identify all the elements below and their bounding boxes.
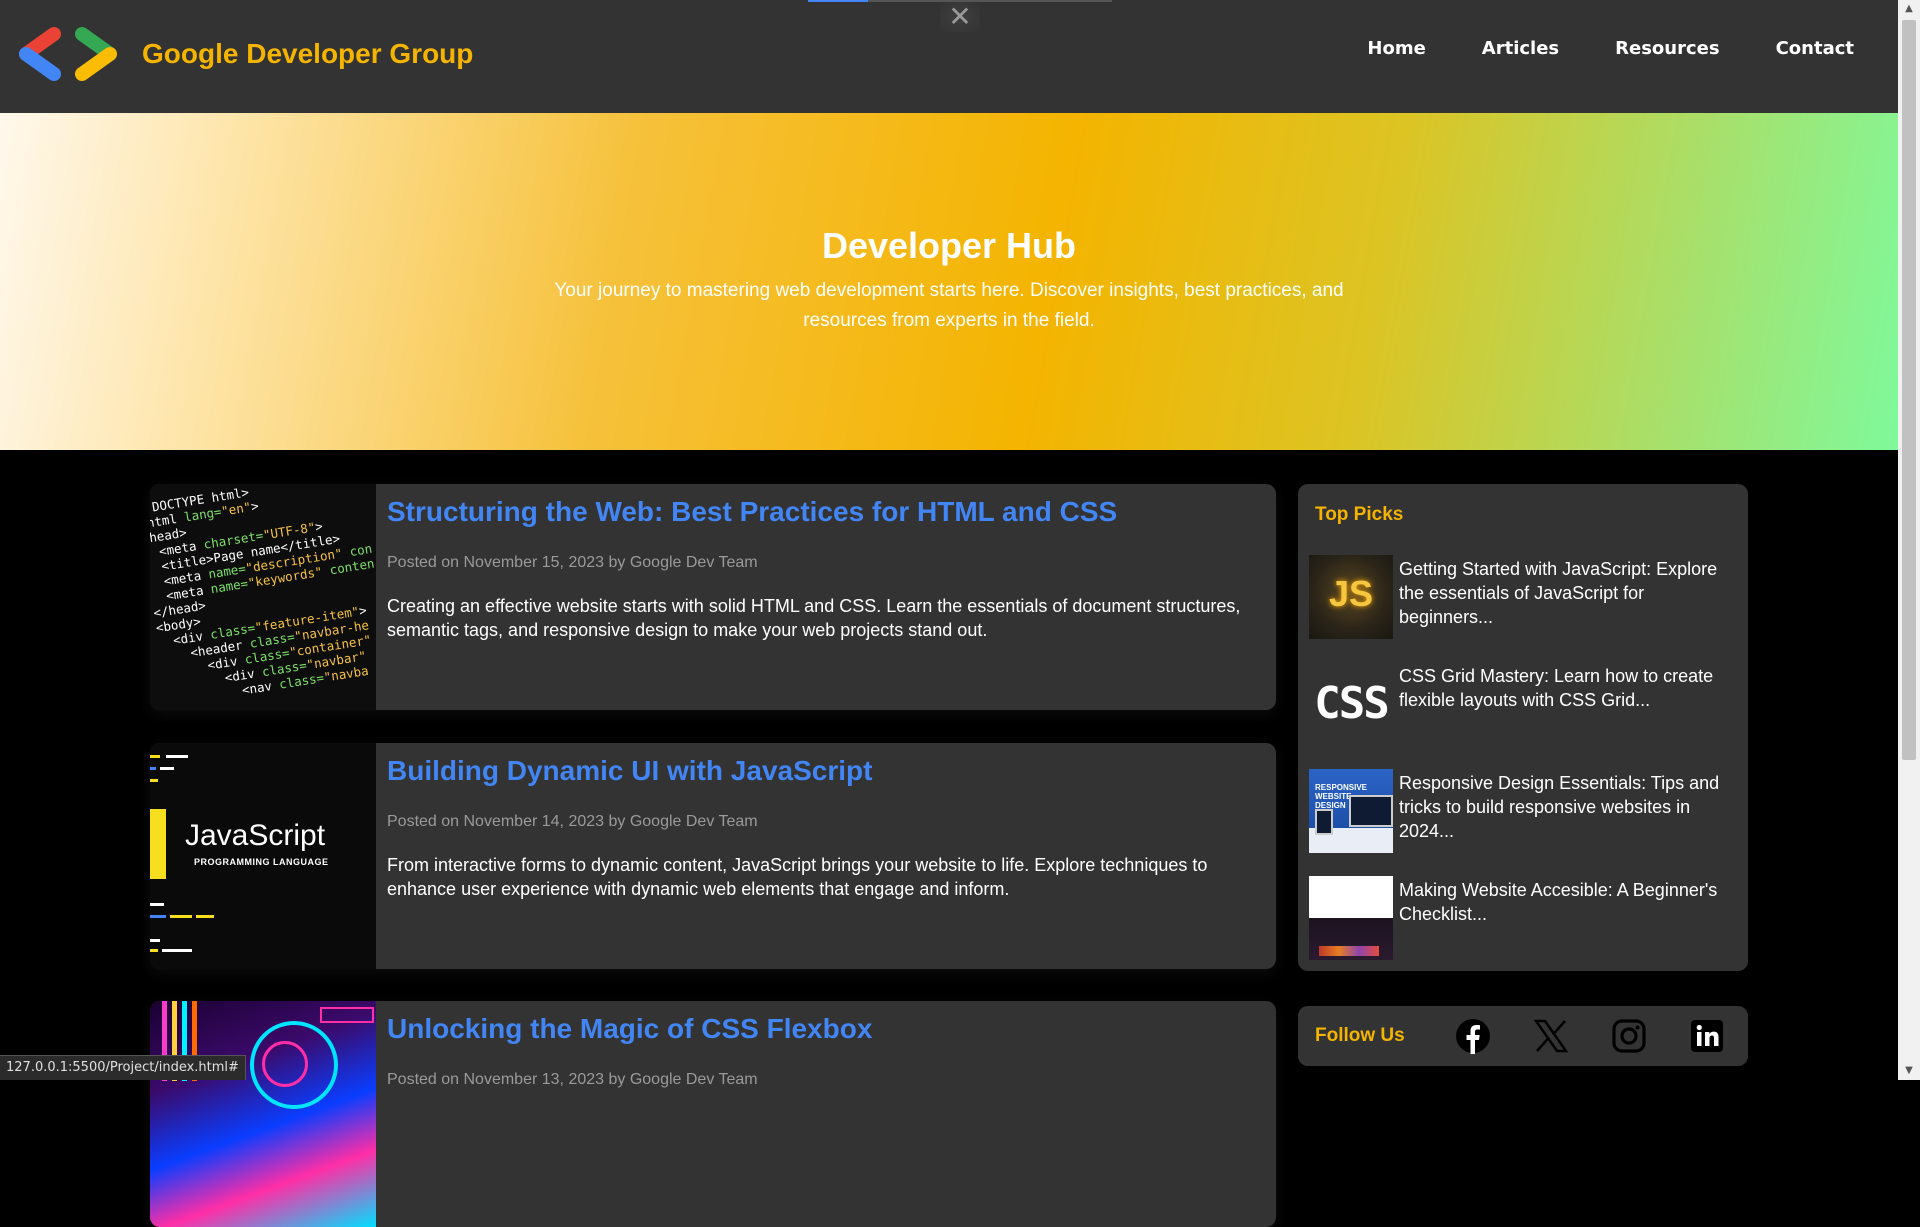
- css-logo-thumb: CSS: [1309, 662, 1393, 746]
- brand[interactable]: Google Developer Group: [14, 22, 473, 86]
- article-card: <!DOCTYPE html> <html lang="en"> <head> …: [150, 484, 1276, 710]
- follow-us-panel: Follow Us: [1298, 1006, 1748, 1066]
- article-title[interactable]: Unlocking the Magic of CSS Flexbox: [387, 1013, 872, 1045]
- gdg-logo-icon: [19, 27, 117, 81]
- top-pick-item[interactable]: CSS CSS Grid Mastery: Learn how to creat…: [1309, 662, 1739, 746]
- nav-link-resources[interactable]: Resources: [1615, 38, 1719, 59]
- vertical-scrollbar[interactable]: ▲ ▼: [1898, 0, 1920, 1080]
- brand-name: Google Developer Group: [142, 38, 474, 69]
- facebook-icon[interactable]: [1455, 1018, 1491, 1054]
- follow-us-label: Follow Us: [1315, 1025, 1405, 1046]
- js-logo-thumb-text: JS: [1328, 573, 1374, 614]
- top-picks-heading: Top Picks: [1315, 504, 1404, 525]
- javascript-image-subtitle: PROGRAMMING LANGUAGE: [194, 857, 329, 867]
- navbar: Google Developer Group Home Articles Res…: [0, 0, 1898, 113]
- article-meta: Posted on November 15, 2023 by Google De…: [387, 554, 758, 571]
- javascript-image-title: JavaScript: [185, 819, 326, 852]
- article-description: Creating an effective website starts wit…: [387, 596, 1241, 640]
- nav-link-contact[interactable]: Contact: [1776, 38, 1854, 59]
- scrollbar-thumb[interactable]: [1902, 20, 1916, 760]
- article-title[interactable]: Structuring the Web: Best Practices for …: [387, 496, 1117, 528]
- top-pick-text: CSS Grid Mastery: Learn how to create fl…: [1399, 666, 1714, 710]
- top-pick-item[interactable]: RESPONSIVE WEBSITE DESIGN Responsive Des…: [1309, 769, 1739, 853]
- nav-links: Home Articles Resources Contact: [1367, 38, 1854, 59]
- article-card: JavaScript PROGRAMMING LANGUAGE Building…: [150, 743, 1276, 969]
- css-logo-thumb-text: CSS: [1314, 678, 1389, 729]
- top-pick-item[interactable]: Making Website Accesible: A Beginner's C…: [1309, 876, 1739, 960]
- nav-link-home[interactable]: Home: [1367, 38, 1425, 59]
- nav-link-articles[interactable]: Articles: [1482, 38, 1559, 59]
- article-description: From interactive forms to dynamic conten…: [387, 855, 1208, 899]
- top-pick-text: Responsive Design Essentials: Tips and t…: [1399, 773, 1720, 841]
- instagram-icon[interactable]: [1611, 1018, 1647, 1054]
- article-meta: Posted on November 14, 2023 by Google De…: [387, 813, 758, 830]
- close-icon[interactable]: ✕: [940, 2, 980, 32]
- top-pick-item[interactable]: JS Getting Started with JavaScript: Expl…: [1309, 555, 1739, 639]
- js-logo-thumb: JS: [1309, 555, 1393, 639]
- article-meta: Posted on November 13, 2023 by Google De…: [387, 1071, 758, 1088]
- hero-title: Developer Hub: [821, 225, 1077, 266]
- html-code-image: <!DOCTYPE html> <html lang="en"> <head> …: [150, 484, 376, 710]
- top-pick-text: Making Website Accesible: A Beginner's C…: [1399, 880, 1718, 924]
- neon-css-image: [150, 1001, 376, 1227]
- x-icon[interactable]: [1533, 1018, 1569, 1054]
- hero-banner: Developer Hub Your journey to mastering …: [0, 113, 1898, 450]
- accessibility-thumb: [1309, 876, 1393, 960]
- javascript-image: JavaScript PROGRAMMING LANGUAGE: [150, 743, 376, 969]
- article-card: Unlocking the Magic of CSS Flexbox Poste…: [150, 1001, 1276, 1227]
- scroll-up-arrow-icon[interactable]: ▲: [1898, 0, 1920, 18]
- top-picks-panel: Top Picks JS Getting Started with JavaSc…: [1298, 484, 1748, 971]
- top-pick-text: Getting Started with JavaScript: Explore…: [1399, 559, 1718, 627]
- link-status-bar: 127.0.0.1:5500/Project/index.html#: [0, 1055, 246, 1080]
- article-title[interactable]: Building Dynamic UI with JavaScript: [387, 755, 872, 787]
- scroll-down-arrow-icon[interactable]: ▼: [1898, 1062, 1920, 1080]
- linkedin-icon[interactable]: [1689, 1018, 1725, 1054]
- responsive-design-thumb: RESPONSIVE WEBSITE DESIGN: [1309, 769, 1393, 853]
- hero-subtitle: Your journey to mastering web developmen…: [554, 280, 1344, 331]
